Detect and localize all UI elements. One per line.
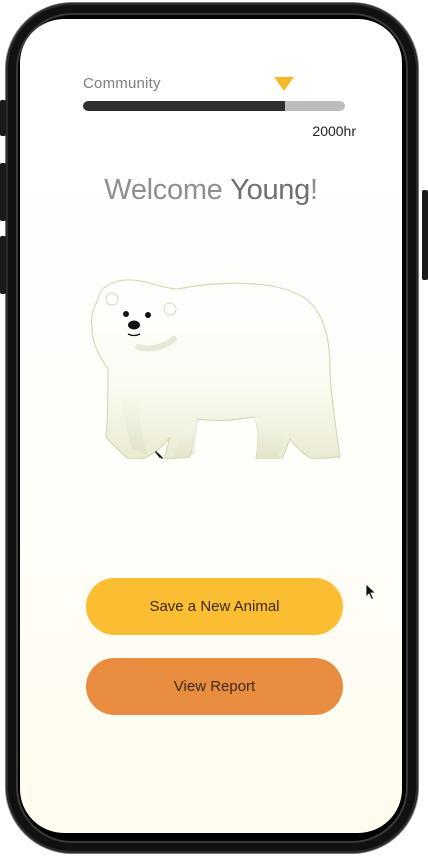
polar-bear-illustration xyxy=(90,279,341,459)
user-name: Young xyxy=(230,174,310,206)
welcome-prefix: Welcome xyxy=(104,174,231,206)
phone-side-button-power xyxy=(422,190,428,280)
bear-eye-right xyxy=(145,312,151,318)
save-new-animal-button[interactable]: Save a New Animal xyxy=(86,578,343,635)
phone-side-button-volume-up xyxy=(0,163,6,221)
phone-side-button-silent xyxy=(0,100,6,136)
welcome-suffix: ! xyxy=(309,174,318,206)
community-progress-bar xyxy=(83,101,345,111)
bear-eye-left xyxy=(123,311,129,317)
phone-side-button-volume-down xyxy=(0,236,6,294)
community-label: Community xyxy=(83,75,161,92)
progress-marker-icon xyxy=(274,77,294,91)
welcome-heading: Welcome Young! xyxy=(20,174,402,207)
community-hours: 2000hr xyxy=(312,123,356,139)
bear-nose xyxy=(128,320,140,330)
app-screen: Community 2000hr Welcome Young! Save a N… xyxy=(20,19,402,833)
view-report-button[interactable]: View Report xyxy=(86,658,343,715)
mouse-cursor-icon xyxy=(365,583,377,601)
community-progress-fill xyxy=(83,101,285,111)
